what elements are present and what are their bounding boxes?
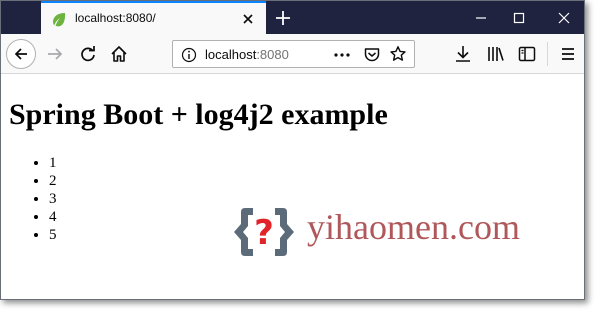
number-list: 1 2 3 4 5 [9, 154, 57, 244]
reload-icon[interactable] [78, 44, 98, 64]
pocket-icon[interactable] [363, 46, 381, 68]
tab-title: localhost:8080/ [75, 11, 156, 25]
list-item: 2 [49, 172, 57, 190]
page-heading: Spring Boot + log4j2 example [9, 98, 388, 131]
tab-bar: localhost:8080/ [1, 1, 584, 34]
star-icon[interactable] [389, 45, 407, 67]
sidebar-icon[interactable] [517, 44, 537, 64]
library-icon[interactable] [486, 44, 506, 64]
url-text[interactable]: localhost:8080 [205, 47, 289, 62]
url-host: localhost [205, 47, 257, 62]
back-arrow-icon[interactable] [6, 39, 36, 69]
page-content: Spring Boot + log4j2 example 1 2 3 4 5 [1, 74, 584, 299]
list-item: 5 [49, 226, 57, 244]
toolbar-separator [547, 42, 548, 66]
minimize-icon[interactable] [462, 1, 500, 34]
svg-text:?: ? [254, 213, 274, 253]
more-dots-icon[interactable] [333, 47, 351, 67]
close-icon[interactable] [240, 11, 256, 27]
download-icon[interactable] [453, 44, 473, 64]
navigation-toolbar: localhost:8080 [1, 34, 584, 74]
plus-icon[interactable] [275, 10, 291, 26]
list-item: 1 [49, 154, 57, 172]
hamburger-menu-icon[interactable] [558, 44, 578, 64]
forward-arrow-icon[interactable] [45, 44, 65, 64]
home-icon[interactable] [109, 44, 129, 64]
close-icon[interactable] [545, 1, 583, 34]
active-tab[interactable]: localhost:8080/ [41, 1, 266, 34]
watermark-text: yihaomen.com [307, 207, 520, 247]
url-port: :8080 [256, 47, 289, 62]
question-bracket-logo-icon: ? [231, 204, 297, 264]
list-item: 3 [49, 190, 57, 208]
info-icon[interactable] [181, 47, 197, 67]
url-bar[interactable]: localhost:8080 [172, 40, 415, 68]
maximize-icon[interactable] [500, 1, 538, 34]
list-item: 4 [49, 208, 57, 226]
browser-window: localhost:8080/ localhost:8080 Spring Bo… [0, 0, 585, 300]
watermark: ? yihaomen.com [231, 204, 561, 260]
spring-leaf-icon [51, 11, 67, 27]
